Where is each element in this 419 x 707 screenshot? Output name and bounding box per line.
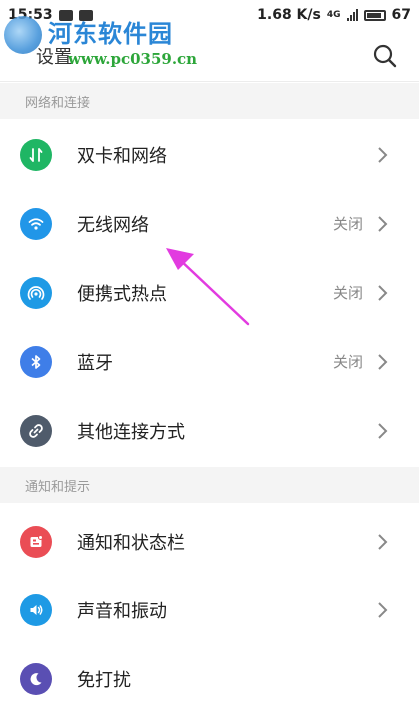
- settings-row-hotspot[interactable]: 便携式热点 关闭: [0, 258, 419, 327]
- settings-row-do-not-disturb[interactable]: 免打扰: [0, 644, 419, 707]
- chevron-right-icon: [377, 601, 389, 619]
- chevron-right-icon: [377, 533, 389, 551]
- section-header-notifications: 通知和提示: [0, 467, 419, 503]
- notification-icon: [20, 525, 52, 558]
- search-icon: [373, 44, 397, 67]
- row-label: 蓝牙: [77, 352, 113, 374]
- row-value: 关闭: [332, 353, 363, 371]
- settings-row-dual-sim[interactable]: 双卡和网络: [0, 120, 419, 189]
- section-title-notifications: 通知和提示: [25, 479, 91, 495]
- chevron-right-icon: [377, 146, 389, 164]
- chevron-right-icon: [377, 422, 389, 440]
- chevron-right-icon: [377, 215, 389, 233]
- network-speed: 1.68 K/s: [257, 7, 321, 23]
- chevron-right-icon: [377, 353, 389, 371]
- row-label: 无线网络: [77, 214, 149, 236]
- battery-icon: [363, 9, 386, 21]
- status-right: 1.68 K/s 4G 67: [257, 7, 411, 23]
- page-title: 设置: [36, 46, 72, 68]
- settings-row-other-connections[interactable]: 其他连接方式: [0, 396, 419, 465]
- status-left: 15:53: [8, 7, 93, 23]
- row-label: 其他连接方式: [77, 421, 185, 443]
- bluetooth-icon: [20, 345, 52, 378]
- row-label: 通知和状态栏: [77, 532, 185, 554]
- moon-icon: [20, 662, 52, 695]
- row-value: 关闭: [332, 284, 363, 302]
- status-bar: 15:53 1.68 K/s 4G 67: [0, 0, 419, 30]
- chevron-right-icon: [377, 284, 389, 302]
- search-button[interactable]: [371, 42, 399, 70]
- signal-icon: [346, 9, 358, 21]
- settings-row-wifi[interactable]: 无线网络 关闭: [0, 189, 419, 258]
- row-label: 声音和振动: [77, 600, 167, 622]
- sound-icon: [20, 593, 52, 626]
- settings-row-bluetooth[interactable]: 蓝牙 关闭: [0, 327, 419, 396]
- notification-badge-icon: [58, 9, 73, 21]
- link-icon: [20, 414, 52, 447]
- network-type: 4G: [326, 10, 341, 20]
- row-label: 双卡和网络: [77, 145, 167, 167]
- image-icon: [78, 9, 93, 21]
- settings-row-sound[interactable]: 声音和振动: [0, 575, 419, 644]
- status-time: 15:53: [8, 7, 53, 23]
- battery-level: 67: [391, 7, 411, 23]
- section-header-network: 网络和连接: [0, 83, 419, 119]
- section-title-network: 网络和连接: [25, 95, 91, 111]
- header: 设置: [0, 30, 419, 82]
- wifi-icon: [20, 207, 52, 240]
- dual-sim-icon: [20, 138, 52, 171]
- row-value: 关闭: [332, 215, 363, 233]
- settings-screen: 15:53 1.68 K/s 4G 67 河东软件园 www.pc0359.cn…: [0, 0, 419, 707]
- row-label: 免打扰: [77, 669, 131, 691]
- row-label: 便携式热点: [77, 283, 167, 305]
- settings-row-notifications[interactable]: 通知和状态栏: [0, 507, 419, 576]
- hotspot-icon: [20, 276, 52, 309]
